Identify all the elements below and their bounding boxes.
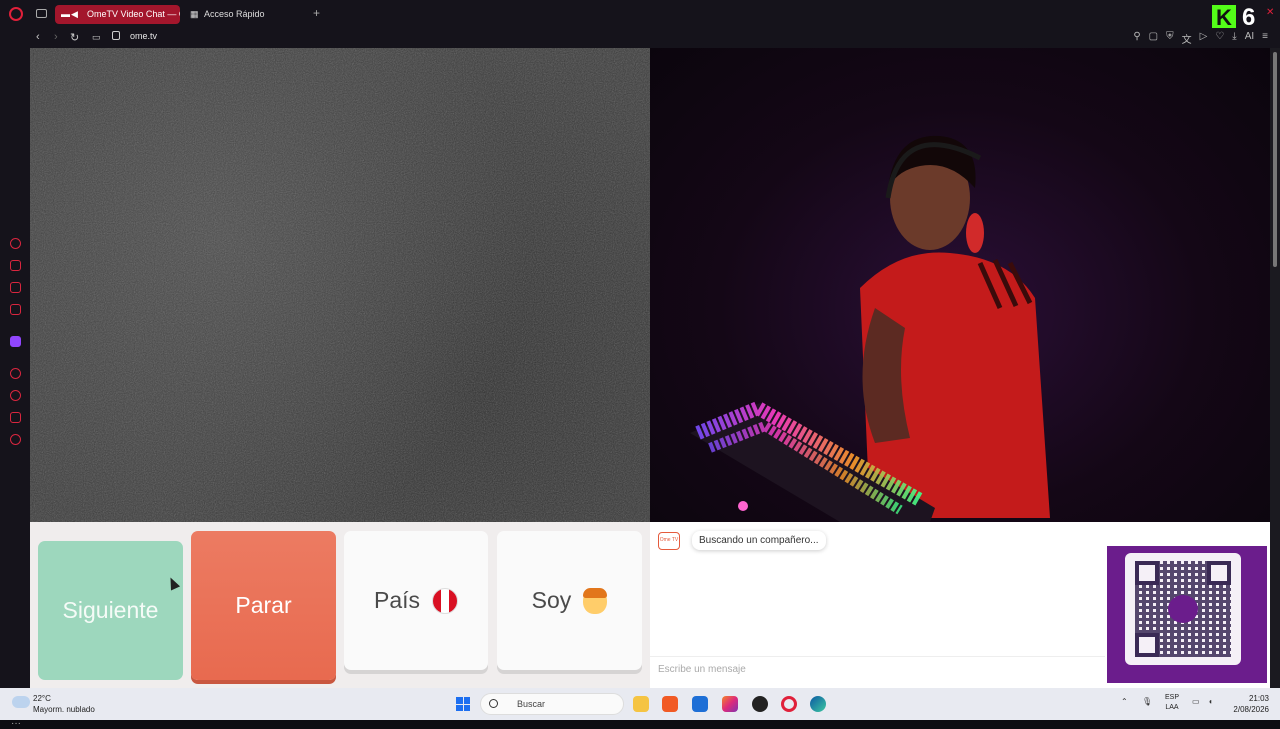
boy-icon	[583, 587, 608, 614]
country-label: País	[373, 587, 421, 613]
new-tab-button[interactable]: +	[313, 6, 320, 20]
qr-finder	[1135, 633, 1159, 657]
search-icon	[489, 699, 498, 708]
workspaces-icon[interactable]	[36, 9, 47, 18]
chat-input[interactable]: Escribe un mensaje	[650, 656, 1105, 682]
url-field[interactable]: ome.tv	[130, 31, 157, 41]
brave-icon[interactable]	[662, 696, 678, 712]
tab-ometv[interactable]: ▬ ◀ OmeTV Video Chat — O	[55, 5, 180, 24]
ai-button[interactable]: AI	[1245, 31, 1254, 46]
shield-icon[interactable]: ⛨	[1166, 31, 1174, 46]
tab-ometv-label: OmeTV Video Chat — O	[87, 9, 180, 19]
play-icon[interactable]: ▷	[1200, 31, 1208, 46]
static-noise	[30, 48, 650, 522]
reload-icon[interactable]: ↻	[70, 31, 79, 44]
stranger-video	[30, 48, 650, 522]
forward-icon[interactable]: ›	[54, 31, 58, 43]
ometv-logo-icon: Ome TV	[658, 532, 680, 550]
history-icon[interactable]	[10, 390, 21, 401]
address-bar: ‹ › ↻ ▭ ome.tv ⚲ ▢ ⛨ 文 ▷ ♡ ⤓ AI ≡	[0, 28, 1280, 48]
weather-widget[interactable]: 22°C Mayorm. nublado	[33, 693, 95, 715]
stop-label: Parar	[235, 592, 292, 618]
heart-icon[interactable]: ♡	[1215, 31, 1224, 46]
close-window-icon[interactable]: ✕	[1266, 7, 1274, 18]
status-message: Buscando un compañero...	[692, 531, 826, 550]
menu-icon[interactable]: ≡	[1262, 31, 1268, 46]
search-placeholder: Buscar	[517, 699, 546, 709]
language-indicator[interactable]: ESP LAA	[1160, 693, 1184, 713]
page-scrollbar[interactable]	[1270, 48, 1280, 688]
file-explorer-icon[interactable]	[633, 696, 649, 712]
instagram-icon[interactable]	[722, 696, 738, 712]
camera-icon[interactable]: ▭	[92, 32, 101, 43]
download-icon[interactable]: ⤓	[1232, 31, 1236, 46]
peru-flag-icon	[432, 587, 459, 614]
app-icon-2[interactable]	[752, 696, 768, 712]
opera-gx-taskbar-icon[interactable]	[781, 696, 797, 712]
back-icon[interactable]: ‹	[36, 31, 40, 43]
weather-condition: Mayorm. nublado	[33, 705, 95, 714]
player-icon[interactable]	[10, 368, 21, 379]
tab-acceso-rapido[interactable]: ▦ Acceso Rápido	[184, 5, 304, 24]
qr-card	[1125, 553, 1241, 665]
stop-button[interactable]: Parar	[191, 531, 336, 680]
gender-label: Soy	[531, 587, 572, 613]
grid-icon: ▦	[190, 9, 199, 19]
snapshot-icon[interactable]: ▢	[1149, 31, 1158, 46]
translate-icon[interactable]: 文	[1182, 31, 1192, 46]
controls-panel: Siguiente Parar País Soy	[30, 522, 650, 688]
toolbar-icons: ⚲ ▢ ⛨ 文 ▷ ♡ ⤓ AI ≡	[1133, 31, 1268, 46]
gender-button[interactable]: Soy	[497, 531, 642, 670]
volume-icon[interactable]: ◖	[1208, 697, 1213, 706]
app-icon[interactable]	[692, 696, 708, 712]
controller-icon[interactable]	[10, 282, 21, 293]
network-icon[interactable]: ▭	[1192, 697, 1200, 706]
webcam-scene	[690, 135, 1050, 522]
clock[interactable]: 21:03 2/08/2026	[1223, 693, 1269, 715]
temperature: 22°C	[33, 694, 51, 703]
tab-acceso-rapido-label: Acceso Rápido	[204, 9, 265, 19]
yape-qr-code	[1107, 546, 1267, 683]
lock-icon[interactable]	[112, 31, 120, 40]
pin-icon[interactable]: ⚲	[1133, 31, 1140, 46]
lang-layout: LAA	[1165, 704, 1179, 711]
opera-logo-icon[interactable]	[9, 7, 23, 21]
lang-code: ESP	[1164, 694, 1179, 701]
ai-sidebar-icon[interactable]	[10, 238, 21, 249]
taskbar-search[interactable]: Buscar	[480, 693, 624, 715]
clock-time: 21:03	[1248, 694, 1269, 703]
yape-logo-icon	[1168, 595, 1198, 623]
tab-favicon-icon: ▬	[61, 9, 70, 19]
scrollbar-thumb[interactable]	[1273, 52, 1277, 267]
windows-taskbar: 22°C Mayorm. nublado Buscar ⌃ 🎙 ESP LAA …	[0, 688, 1280, 720]
next-button[interactable]: Siguiente	[38, 541, 183, 680]
tray-chevron-icon[interactable]: ⌃	[1121, 697, 1128, 706]
extensions-icon[interactable]	[10, 412, 21, 423]
bag-icon[interactable]	[10, 260, 21, 271]
news-icon[interactable]	[10, 304, 21, 315]
browser-sidebar: GX ···	[0, 48, 30, 729]
speaker-icon[interactable]: ◀	[71, 5, 78, 24]
edge-icon[interactable]	[810, 696, 826, 712]
windows-start-icon[interactable]	[456, 697, 470, 711]
settings-icon[interactable]	[10, 434, 21, 445]
next-label: Siguiente	[62, 597, 159, 623]
browser-tab-bar: ▬ ◀ OmeTV Video Chat — O ▦ Acceso Rápido…	[0, 0, 1280, 31]
twitch-icon[interactable]	[10, 336, 21, 347]
cloud-icon[interactable]	[12, 696, 30, 708]
mic-icon[interactable]: 🎙	[1142, 697, 1152, 706]
self-camera-video	[650, 48, 1270, 522]
country-button[interactable]: País	[344, 531, 488, 670]
qr-finder	[1135, 561, 1159, 585]
qr-finder	[1207, 561, 1231, 585]
clock-date: 2/08/2026	[1233, 705, 1269, 714]
